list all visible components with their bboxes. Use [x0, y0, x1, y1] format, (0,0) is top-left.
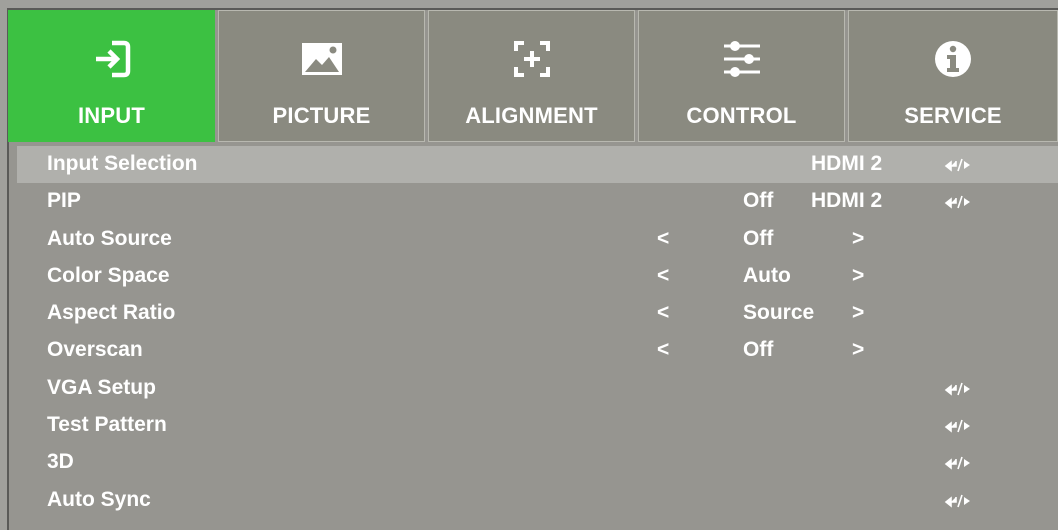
row-label: 3D [47, 450, 74, 474]
tab-input[interactable]: INPUT [8, 10, 215, 142]
row-label: Aspect Ratio [47, 301, 176, 325]
tab-bar: INPUT PICTURE ALIGNMENT CONTROL SERVICE [8, 10, 1058, 143]
menu-row-aspect-ratio[interactable]: Aspect Ratio < Source > [17, 295, 1058, 332]
row-value: Off [743, 338, 774, 362]
sliders-icon [723, 41, 760, 77]
decrease-arrow[interactable]: < [657, 338, 669, 362]
menu-row-input-selection[interactable]: Input Selection HDMI 2 [17, 146, 1058, 184]
picture-icon [301, 43, 342, 75]
row-value: Source [743, 301, 815, 325]
enter-arrow-icon [944, 158, 970, 172]
row-label: VGA Setup [47, 375, 156, 399]
tab-picture-label: PICTURE [272, 103, 371, 128]
row-label: Input Selection [47, 152, 198, 175]
row-value: Off [743, 226, 774, 250]
input-settings-list: Input Selection HDMI 2 PIP Off HDMI 2 Au… [17, 146, 1058, 519]
row-value-secondary: HDMI 2 [811, 189, 883, 213]
increase-arrow[interactable]: > [852, 301, 864, 325]
menu-row-test-pattern[interactable]: Test Pattern [17, 407, 1058, 444]
row-value: Off [743, 189, 774, 213]
menu-row-auto-sync[interactable]: Auto Sync [17, 482, 1058, 519]
row-label: Auto Sync [47, 487, 151, 511]
tab-input-label: INPUT [78, 103, 145, 128]
enter-arrow-icon [944, 419, 970, 433]
row-value: HDMI 2 [811, 152, 883, 175]
enter-arrow-icon [944, 382, 970, 396]
tab-control[interactable]: CONTROL [638, 10, 845, 142]
enter-arrow-icon [944, 457, 970, 471]
alignment-icon [513, 41, 550, 77]
menu-row-vga-setup[interactable]: VGA Setup [17, 370, 1058, 407]
tab-picture[interactable]: PICTURE [218, 10, 425, 142]
menu-row-color-space[interactable]: Color Space < Auto > [17, 258, 1058, 295]
row-label: Color Space [47, 263, 170, 287]
decrease-arrow[interactable]: < [657, 301, 669, 325]
enter-arrow-icon [944, 494, 970, 508]
increase-arrow[interactable]: > [852, 264, 864, 288]
menu-row-overscan[interactable]: Overscan < Off > [17, 332, 1058, 369]
menu-row-auto-source[interactable]: Auto Source < Off > [17, 221, 1058, 258]
increase-arrow[interactable]: > [852, 338, 864, 362]
row-label: Overscan [47, 338, 143, 362]
row-label: PIP [47, 189, 81, 213]
tab-service[interactable]: SERVICE [848, 10, 1058, 142]
row-label: Auto Source [47, 226, 172, 250]
menu-row-3d[interactable]: 3D [17, 444, 1058, 481]
menu-row-pip[interactable]: PIP Off HDMI 2 [17, 183, 1058, 220]
tab-service-label: SERVICE [904, 103, 1002, 128]
row-label: Test Pattern [47, 413, 167, 437]
tab-alignment-label: ALIGNMENT [465, 103, 598, 128]
enter-arrow-icon [944, 196, 970, 209]
increase-arrow[interactable]: > [852, 227, 864, 251]
tab-alignment[interactable]: ALIGNMENT [428, 10, 635, 142]
row-value: Auto [743, 263, 791, 287]
tab-control-label: CONTROL [686, 103, 797, 128]
decrease-arrow[interactable]: < [657, 264, 669, 288]
input-icon [95, 40, 130, 78]
decrease-arrow[interactable]: < [657, 227, 669, 251]
info-icon [935, 41, 971, 77]
